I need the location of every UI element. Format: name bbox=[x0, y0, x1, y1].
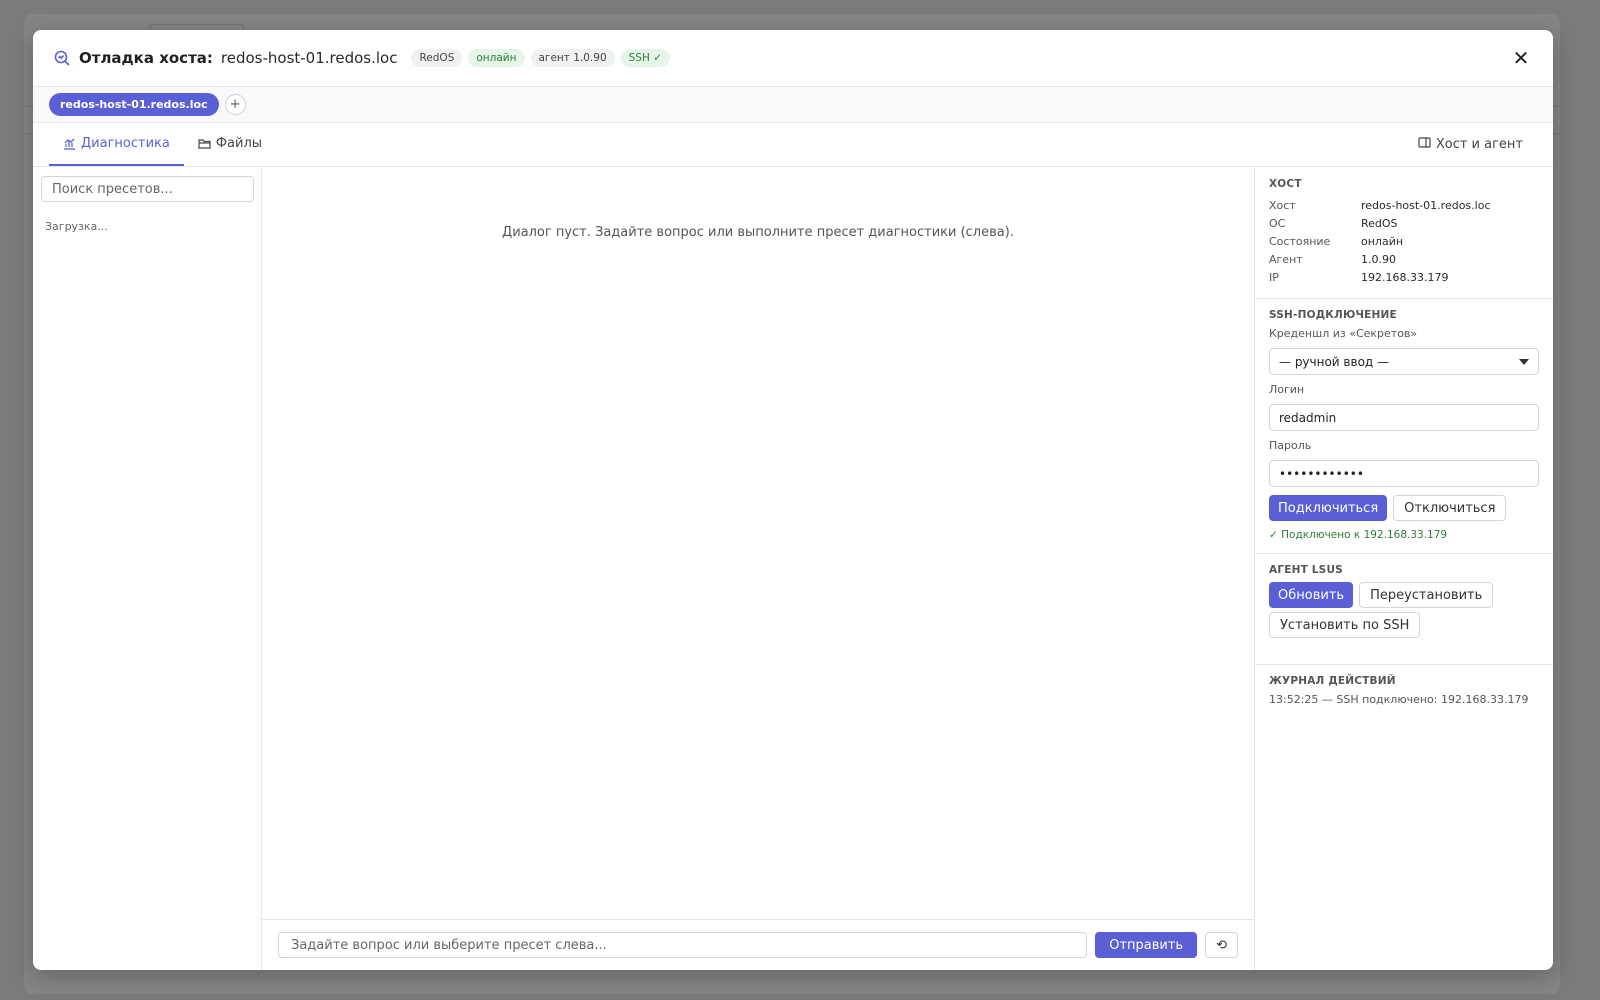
agent-buttons-row-2: Установить по SSH bbox=[1269, 612, 1539, 638]
info-row: Состояние онлайн bbox=[1269, 232, 1539, 250]
log-entry: 13:52:25 — SSH подключено: 192.168.33.17… bbox=[1269, 693, 1529, 706]
tab-files[interactable]: Файлы bbox=[184, 123, 276, 166]
host-tabs-bar: redos-host-01.redos.loc + bbox=[33, 87, 1553, 123]
info-value: redos-host-01.redos.loc bbox=[1361, 198, 1491, 212]
install-ssh-button[interactable]: Установить по SSH bbox=[1269, 612, 1421, 638]
login-field[interactable]: redadmin bbox=[1269, 404, 1539, 431]
password-field[interactable]: •••••••••••• bbox=[1269, 460, 1539, 487]
panel-icon bbox=[1418, 136, 1431, 153]
reinstall-agent-button[interactable]: Переустановить bbox=[1359, 582, 1494, 608]
ssh-badge: SSH ✓ bbox=[620, 49, 671, 67]
tab-diagnostics-label: Диагностика bbox=[81, 136, 170, 151]
ssh-buttons: Подключиться Отключиться bbox=[1269, 495, 1539, 521]
presets-loading-text: Загрузка... bbox=[45, 220, 108, 233]
folder-icon bbox=[198, 137, 211, 150]
log-section-title: Журнал действий bbox=[1269, 675, 1396, 687]
info-row: Хост redos-host-01.redos.loc bbox=[1269, 196, 1539, 214]
modal-title-host: redos-host-01.redos.loc bbox=[220, 49, 398, 67]
host-agent-toggle[interactable]: Хост и агент bbox=[1418, 123, 1537, 166]
send-button[interactable]: Отправить bbox=[1095, 932, 1198, 958]
disconnect-button[interactable]: Отключиться bbox=[1393, 495, 1507, 521]
login-value: redadmin bbox=[1279, 410, 1337, 425]
host-section: Хост Хост redos-host-01.redos.loc ОС RedOS… bbox=[1255, 168, 1553, 299]
info-row: ОС RedOS bbox=[1269, 214, 1539, 232]
info-value: 192.168.33.179 bbox=[1361, 270, 1449, 284]
host-agent-label: Хост и агент bbox=[1435, 137, 1523, 152]
question-input[interactable] bbox=[278, 932, 1088, 958]
info-value: RedOS bbox=[1361, 216, 1398, 230]
agent-section: Агент LSUS Обновить Переустановить Устан… bbox=[1255, 554, 1553, 665]
agent-section-title: Агент LSUS bbox=[1269, 564, 1343, 576]
chevron-down-icon bbox=[1519, 358, 1529, 365]
password-value: •••••••••••• bbox=[1279, 466, 1364, 481]
ssh-section-title: SSH-подключение bbox=[1269, 309, 1397, 321]
info-value: 1.0.90 bbox=[1361, 252, 1396, 266]
credential-select[interactable]: — ручной ввод — bbox=[1269, 348, 1539, 375]
os-badge: RedOS bbox=[411, 49, 463, 67]
info-value: онлайн bbox=[1361, 234, 1404, 248]
login-label: Логин bbox=[1269, 383, 1305, 396]
host-debug-modal: Отладка хоста: redos-host-01.redos.loc R… bbox=[33, 30, 1553, 970]
credential-label: Креденшл из «Секретов» bbox=[1269, 327, 1418, 340]
info-key: Агент bbox=[1269, 252, 1303, 266]
modal-header: Отладка хоста: redos-host-01.redos.loc R… bbox=[33, 30, 1553, 87]
agent-version-badge: агент 1.0.90 bbox=[530, 49, 615, 67]
update-agent-button[interactable]: Обновить bbox=[1269, 582, 1354, 608]
debug-search-icon bbox=[53, 49, 71, 67]
reset-button[interactable]: ⟲ bbox=[1205, 932, 1238, 958]
info-row: Агент 1.0.90 bbox=[1269, 250, 1539, 268]
info-key: ОС bbox=[1269, 216, 1286, 230]
host-chip[interactable]: redos-host-01.redos.loc bbox=[49, 93, 219, 116]
composer: Отправить ⟲ bbox=[262, 919, 1254, 970]
credential-select-value: — ручной ввод — bbox=[1279, 354, 1390, 369]
agent-buttons-row: Обновить Переустановить bbox=[1269, 582, 1539, 608]
host-section-title: Хост bbox=[1269, 178, 1302, 190]
password-label: Пароль bbox=[1269, 439, 1312, 452]
modal-title-label: Отладка хоста: bbox=[79, 49, 213, 67]
chart-icon bbox=[63, 137, 76, 150]
ssh-section: SSH-подключение Креденшл из «Секретов» —… bbox=[1255, 299, 1553, 554]
info-key: Состояние bbox=[1269, 234, 1331, 248]
ssh-status-text: ✓ Подключено к 192.168.33.179 bbox=[1269, 529, 1448, 541]
dialog-area: Диалог пуст. Задайте вопрос или выполнит… bbox=[262, 168, 1254, 919]
close-icon[interactable]: ✕ bbox=[1509, 46, 1533, 70]
host-agent-panel: Хост Хост redos-host-01.redos.loc ОС RedOS… bbox=[1255, 168, 1553, 970]
dialog-panel: Диалог пуст. Задайте вопрос или выполнит… bbox=[262, 168, 1255, 970]
status-badge: онлайн bbox=[468, 49, 525, 67]
info-row: IP 192.168.33.179 bbox=[1269, 268, 1539, 286]
info-key: IP bbox=[1269, 270, 1279, 284]
tab-diagnostics[interactable]: Диагностика bbox=[49, 123, 184, 166]
dialog-empty-text: Диалог пуст. Задайте вопрос или выполнит… bbox=[502, 225, 1014, 240]
preset-search-input[interactable] bbox=[41, 176, 254, 202]
presets-panel: Загрузка... bbox=[33, 168, 262, 970]
info-key: Хост bbox=[1269, 198, 1296, 212]
main-tabs: Диагностика Файлы Хост и агент bbox=[33, 123, 1553, 167]
modal-body: Загрузка... Диалог пуст. Задайте вопрос … bbox=[33, 168, 1553, 970]
tab-files-label: Файлы bbox=[215, 136, 263, 151]
log-section: Журнал действий 13:52:25 — SSH подключен… bbox=[1255, 665, 1553, 718]
connect-button[interactable]: Подключиться bbox=[1269, 495, 1388, 521]
add-host-button[interactable]: + bbox=[224, 94, 246, 115]
